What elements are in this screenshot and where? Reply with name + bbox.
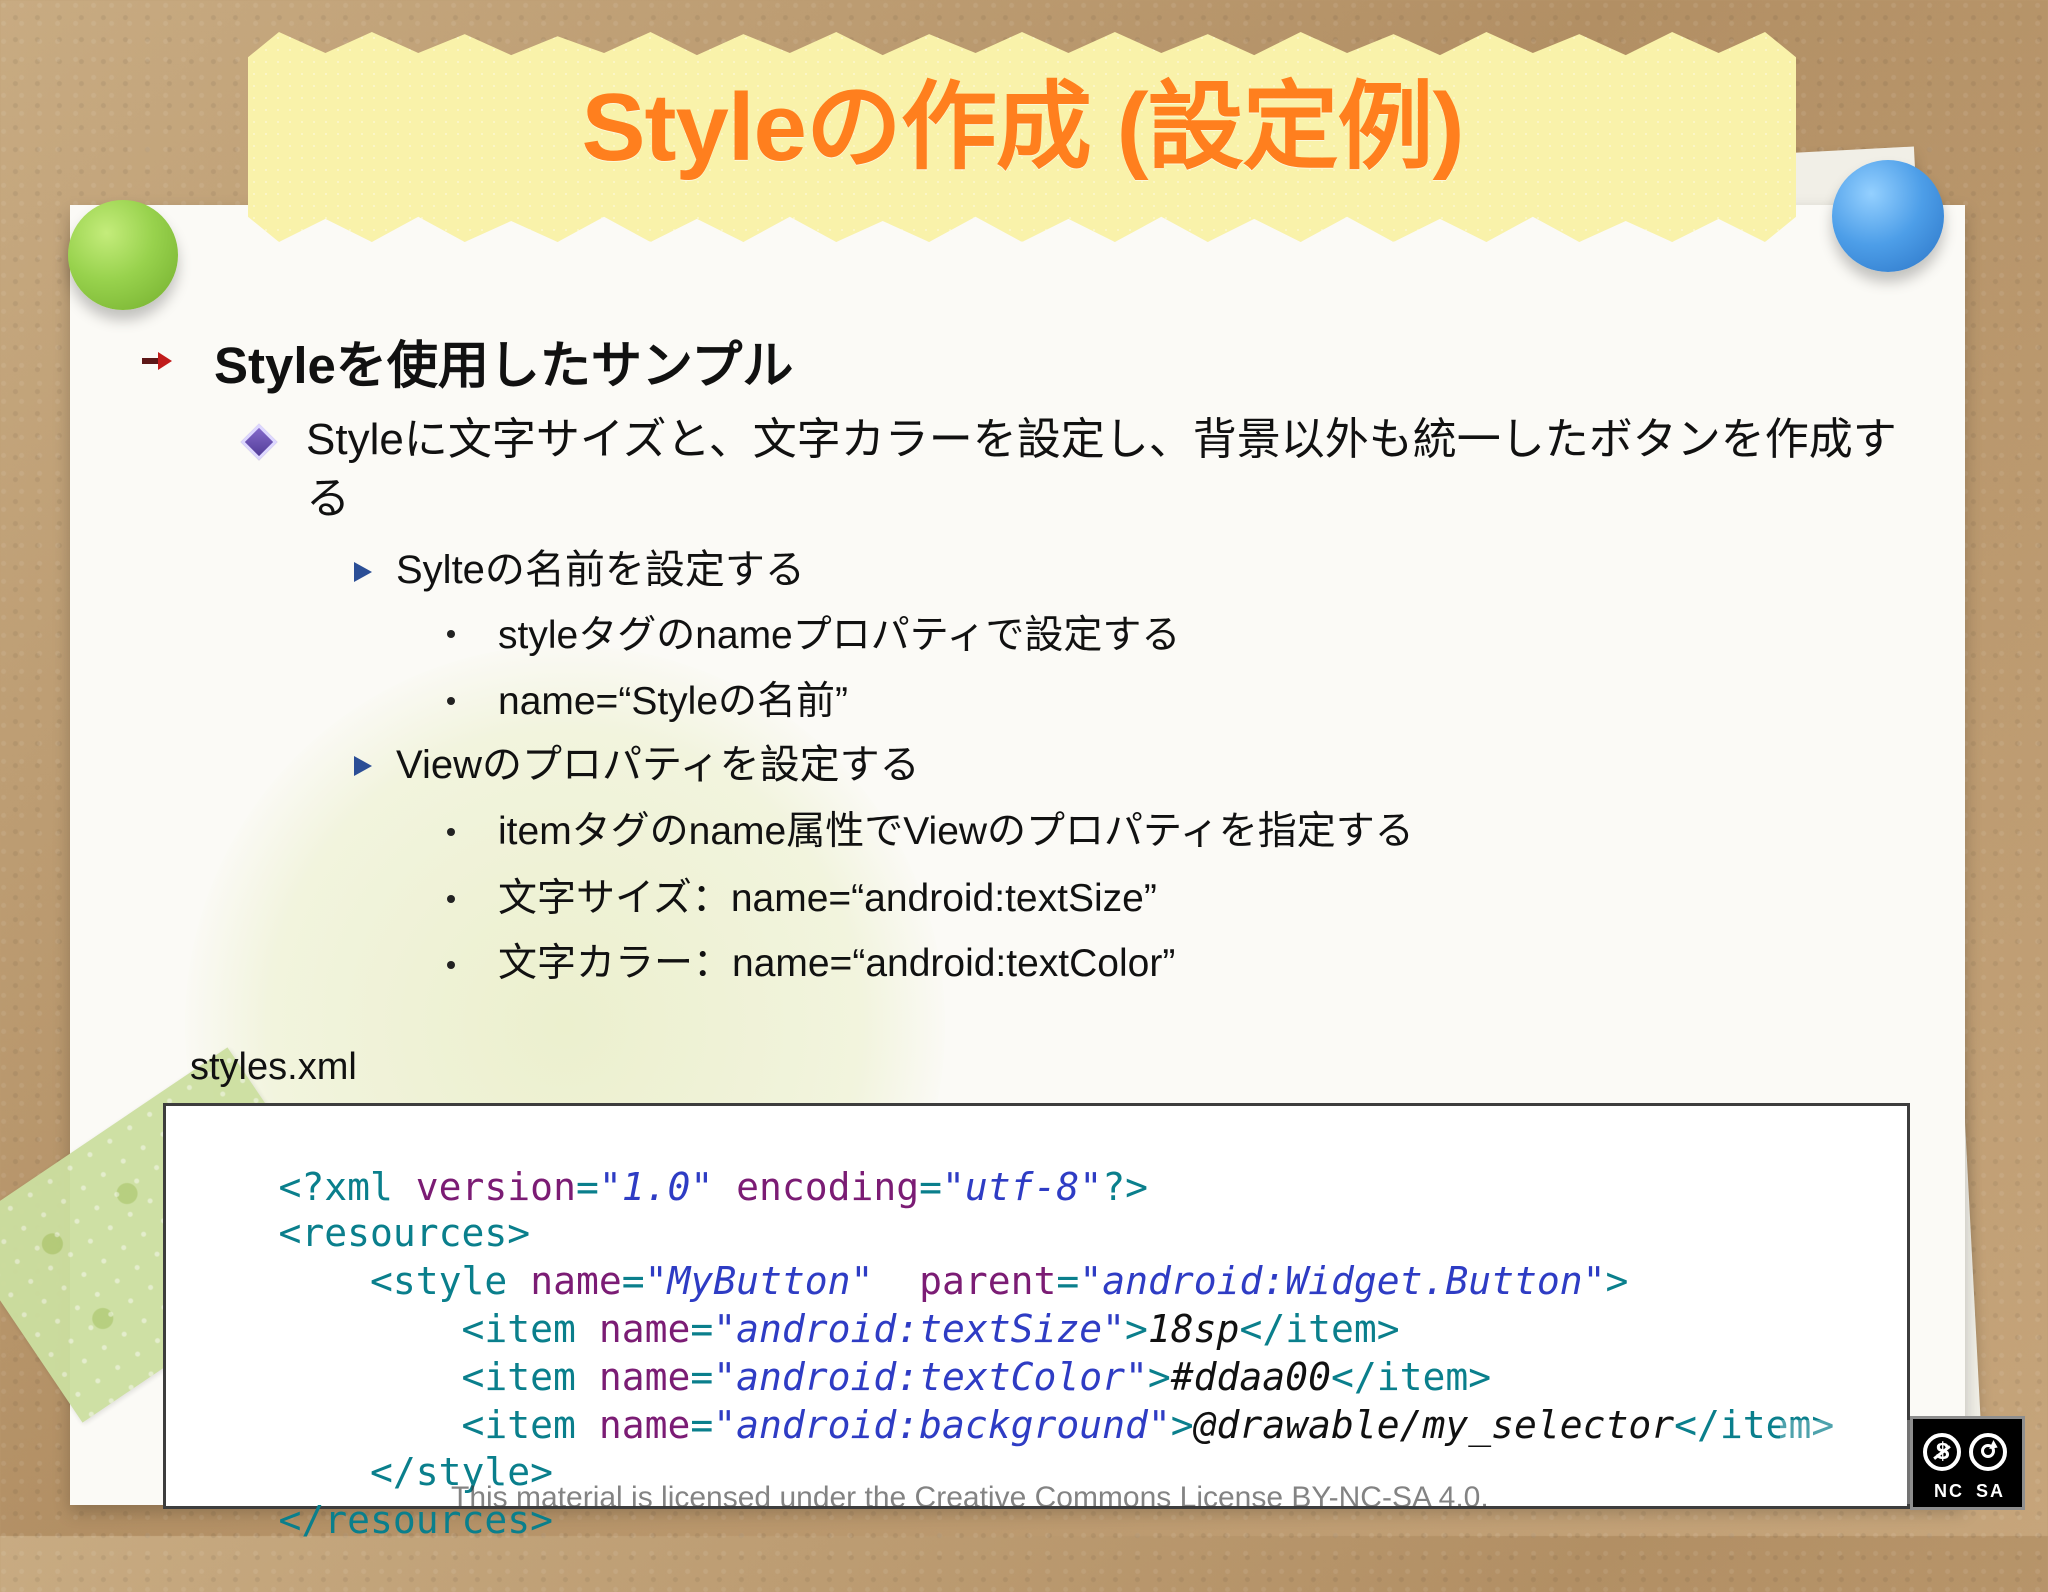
share-alike-icon: [1969, 1433, 2007, 1471]
code-token: @drawable/my_selector: [1193, 1403, 1675, 1447]
green-pin-icon: [68, 200, 178, 310]
sub-bullet-text: Styleに文字サイズと、文字カラーを設定し、背景以外も統一したボタンを作成する: [306, 415, 1897, 523]
code-token: =: [575, 1165, 599, 1209]
dot-bullet-icon: [447, 630, 455, 638]
dot-bullet-icon: [447, 828, 455, 836]
badge-labels: NC SA: [1923, 1481, 2016, 1501]
red-arrow-bullet-icon: [140, 346, 174, 380]
code-token: =: [690, 1403, 714, 1447]
badge-symbols: [1923, 1429, 2016, 1475]
dot-bullet-icon: [447, 961, 455, 969]
blue-triangle-bullet-icon: [354, 756, 372, 776]
code-token: "1.0": [598, 1165, 714, 1209]
creative-commons-badge-icon: NC SA: [1910, 1416, 2025, 1510]
quaternary-bullet-text-1: styleタグのnameプロパティで設定する: [498, 614, 1181, 657]
quaternary-bullet-text-5: 文字カラー：name=“android:textColor”: [498, 942, 1176, 985]
badge-label-sa: SA: [1975, 1481, 2005, 1501]
code-caption: styles.xml: [190, 1046, 357, 1088]
code-token: >: [1170, 1403, 1194, 1447]
code-token: >: [1605, 1259, 1629, 1303]
badge-label-nc: NC: [1933, 1481, 1964, 1501]
noncommercial-icon: [1923, 1433, 1961, 1471]
tertiary-bullet-text-2: Viewのプロパティを設定する: [396, 743, 920, 787]
quaternary-bullet-text-3: itemタグのname属性でViewのプロパティを指定する: [498, 810, 1414, 853]
code-token: "android:background": [713, 1403, 1171, 1447]
blue-triangle-bullet-icon: [354, 562, 372, 582]
code-snippet-box: <?xml version="1.0" encoding="utf-8"?> <…: [163, 1103, 1910, 1542]
main-bullet-text: Styleを使用したサンプル: [214, 337, 794, 394]
blue-pin-icon: [1832, 160, 1944, 272]
license-text: This material is licensed under the Crea…: [451, 1481, 1489, 1514]
code-token: "utf-8": [942, 1165, 1103, 1209]
code-token: ?>: [1102, 1165, 1148, 1209]
code-line-8: </resources>: [187, 1448, 554, 1592]
slide-title: Styleの作成 (設定例): [581, 74, 1464, 181]
code-token: name: [598, 1403, 691, 1447]
watermark-panel: [1780, 1420, 1910, 1504]
code-token: =: [919, 1165, 943, 1209]
quaternary-bullet-text-4: 文字サイズ：name=“android:textSize”: [498, 877, 1157, 920]
tertiary-bullet-text-1: Sylteの名前を設定する: [396, 548, 805, 592]
code-token: encoding: [736, 1165, 920, 1209]
dot-bullet-icon: [447, 895, 455, 903]
quaternary-bullet-text-2: name=“Styleの名前”: [498, 680, 849, 723]
dot-bullet-icon: [447, 697, 455, 705]
